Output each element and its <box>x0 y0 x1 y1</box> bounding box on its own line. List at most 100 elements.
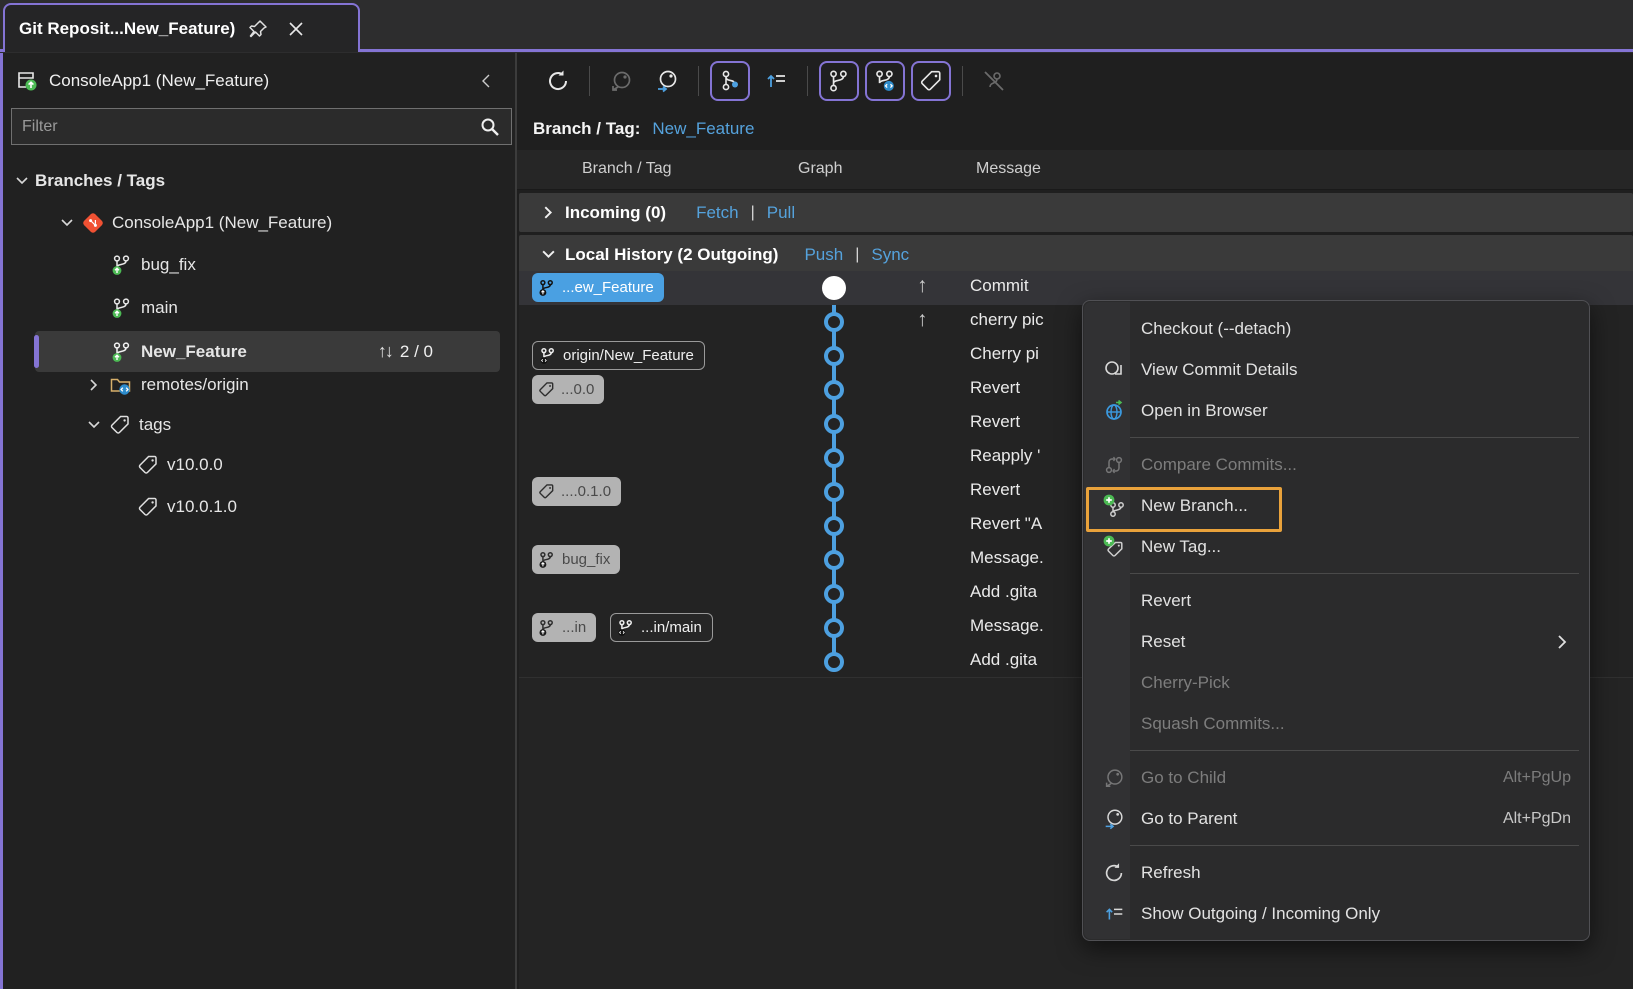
show-outgoing-incoming-button[interactable] <box>756 61 796 101</box>
local-history-section-row[interactable]: Local History (2 Outgoing) Push | Sync <box>519 235 1633 274</box>
tree-item-tag-v10-0-1-0[interactable]: v10.0.1.0 <box>3 487 513 527</box>
branch-chip-remote[interactable]: ...in/main <box>610 613 713 642</box>
commit-message[interactable]: Revert <box>970 378 1020 398</box>
tab-git-repository[interactable]: Git Reposit...New_Feature) <box>3 3 360 52</box>
commit-node[interactable] <box>824 346 844 366</box>
branch-chip-local[interactable]: ...in <box>532 613 596 642</box>
show-graph-toggle[interactable] <box>710 61 750 101</box>
menu-separator <box>1097 845 1579 846</box>
chevron-right-icon[interactable] <box>85 376 103 394</box>
chevron-down-icon[interactable] <box>535 247 561 262</box>
commit-message[interactable]: Reapply ' <box>970 446 1040 466</box>
commit-message[interactable]: cherry pic <box>970 310 1044 330</box>
close-icon[interactable] <box>281 14 311 44</box>
pin-icon[interactable] <box>243 14 273 44</box>
menu-item-new-tag[interactable]: New Tag... <box>1083 526 1589 567</box>
filter-field[interactable] <box>11 108 512 145</box>
menu-item-new-branch[interactable]: New Branch... <box>1083 485 1589 526</box>
outgoing-arrow: ↑ <box>917 308 928 332</box>
column-message[interactable]: Message <box>976 160 1041 178</box>
menu-item-show-outgoing-incoming-only[interactable]: Show Outgoing / Incoming Only <box>1083 893 1589 934</box>
chevron-down-icon[interactable] <box>85 416 103 434</box>
commit-node[interactable] <box>824 482 844 502</box>
menu-item-squash-commits[interactable]: Squash Commits... <box>1083 703 1589 744</box>
tag-icon <box>538 381 555 398</box>
tree-item-repo[interactable]: ConsoleApp1 (New_Feature) <box>3 203 513 243</box>
go-to-child-button[interactable] <box>601 61 641 101</box>
commit-node[interactable] <box>824 550 844 570</box>
go-to-parent-button[interactable] <box>647 61 687 101</box>
menu-item-open-in-browser[interactable]: Open in Browser <box>1083 390 1589 431</box>
menu-item-label: View Commit Details <box>1141 360 1298 380</box>
branch-chip-current[interactable]: ...ew_Feature <box>532 273 664 302</box>
commit-node[interactable] <box>824 584 844 604</box>
menu-item-go-to-child[interactable]: Go to Child Alt+PgUp <box>1083 757 1589 798</box>
menu-item-go-to-parent[interactable]: Go to Parent Alt+PgDn <box>1083 798 1589 839</box>
menu-item-label: Open in Browser <box>1141 401 1268 421</box>
tag-chip[interactable]: ...0.0 <box>532 375 604 404</box>
refresh-button[interactable] <box>538 61 578 101</box>
show-local-branches-toggle[interactable] <box>819 61 859 101</box>
menu-item-reset[interactable]: Reset <box>1083 621 1589 662</box>
filter-input[interactable] <box>22 118 479 136</box>
column-graph[interactable]: Graph <box>798 160 842 178</box>
commit-node[interactable] <box>824 618 844 638</box>
commit-message[interactable]: Add .gita <box>970 582 1037 602</box>
menu-item-label: Reset <box>1141 632 1185 652</box>
branch-icon <box>538 279 556 297</box>
show-tags-toggle[interactable] <box>911 61 951 101</box>
commit-node[interactable] <box>824 312 844 332</box>
menu-item-label: Show Outgoing / Incoming Only <box>1141 904 1380 924</box>
menu-item-view-commit-details[interactable]: View Commit Details <box>1083 349 1589 390</box>
menu-item-cherry-pick[interactable]: Cherry-Pick <box>1083 662 1589 703</box>
chevron-down-icon[interactable] <box>58 214 76 232</box>
search-icon[interactable] <box>479 116 501 138</box>
tag-chip[interactable]: ....0.1.0 <box>532 477 621 506</box>
repo-header[interactable]: ConsoleApp1 (New_Feature) <box>3 61 513 101</box>
commit-message[interactable]: Revert <box>970 412 1020 432</box>
column-header-row: Branch / Tag Graph Message <box>517 150 1633 190</box>
commit-message[interactable]: Revert "A <box>970 514 1042 534</box>
tree-item-remotes-origin[interactable]: remotes/origin <box>3 365 513 405</box>
chip-label: ....0.1.0 <box>561 483 611 500</box>
commit-node[interactable] <box>824 448 844 468</box>
commit-message[interactable]: Message. <box>970 548 1044 568</box>
tree-item-branches-tags[interactable]: Branches / Tags <box>3 161 513 201</box>
tree-item-tag-v10-0-0[interactable]: v10.0.0 <box>3 445 513 485</box>
tree-item-tags[interactable]: tags <box>3 405 513 445</box>
column-branch-tag[interactable]: Branch / Tag <box>582 160 672 178</box>
commit-node[interactable] <box>824 380 844 400</box>
menu-item-compare-commits[interactable]: Compare Commits... <box>1083 444 1589 485</box>
branch-tag-link[interactable]: New_Feature <box>652 119 754 139</box>
commit-message[interactable]: Commit <box>970 276 1029 296</box>
tree-item-label: main <box>141 298 178 318</box>
commit-message[interactable]: Add .gita <box>970 650 1037 670</box>
pull-link[interactable]: Pull <box>767 203 795 223</box>
fetch-link[interactable]: Fetch <box>696 203 739 223</box>
updown-arrows-icon: ↑↓ <box>378 341 392 362</box>
tree-item-label: Branches / Tags <box>35 171 165 191</box>
commit-message[interactable]: Cherry pi <box>970 344 1039 364</box>
push-link[interactable]: Push <box>804 245 843 265</box>
show-remote-branches-toggle[interactable] <box>865 61 905 101</box>
sync-link[interactable]: Sync <box>871 245 909 265</box>
commit-message[interactable]: Message. <box>970 616 1044 636</box>
chevron-down-icon[interactable] <box>13 172 31 190</box>
tree-item-bug-fix[interactable]: bug_fix <box>3 245 513 285</box>
commit-node[interactable] <box>824 652 844 672</box>
hide-merge-commits-button[interactable] <box>974 61 1014 101</box>
menu-item-revert[interactable]: Revert <box>1083 580 1589 621</box>
commit-message[interactable]: Revert <box>970 480 1020 500</box>
commit-node-head[interactable] <box>822 276 846 300</box>
branch-chip-local[interactable]: bug_fix <box>532 545 620 574</box>
chevron-right-icon[interactable] <box>535 205 561 220</box>
menu-item-checkout-detach[interactable]: Checkout (--detach) <box>1083 308 1589 349</box>
menu-item-refresh[interactable]: Refresh <box>1083 852 1589 893</box>
commit-node[interactable] <box>824 516 844 536</box>
collapse-chevron-icon[interactable] <box>479 73 495 89</box>
branch-chip-remote[interactable]: origin/New_Feature <box>532 341 705 370</box>
tree-item-main[interactable]: main <box>3 288 513 328</box>
commit-node[interactable] <box>824 414 844 434</box>
incoming-section-row[interactable]: Incoming (0) Fetch | Pull <box>519 193 1633 232</box>
view-commit-details-icon <box>1099 358 1129 382</box>
